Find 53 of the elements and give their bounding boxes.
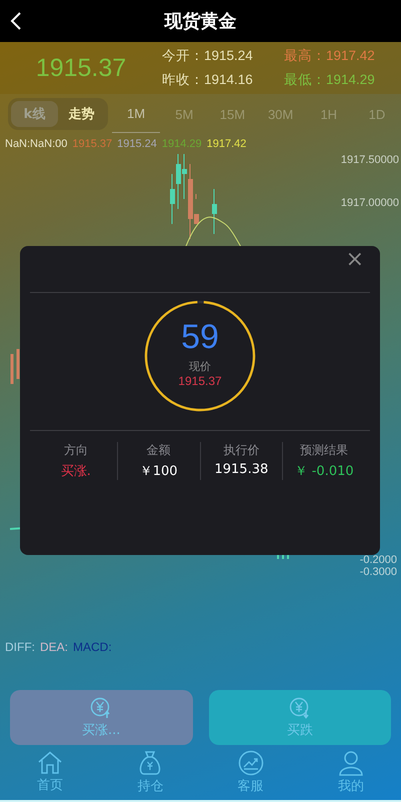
period-tab[interactable]: 1D bbox=[352, 95, 401, 133]
price-axis-label: 1917.50000 bbox=[340, 154, 399, 166]
chart-circle-icon bbox=[238, 750, 264, 776]
countdown-seconds: 59 bbox=[181, 317, 219, 357]
period-tab[interactable]: 1H bbox=[304, 95, 353, 133]
candle bbox=[212, 188, 217, 234]
legend-value: 1915.24 bbox=[117, 138, 157, 152]
price-stat: 最高：1917.42 bbox=[284, 47, 376, 65]
nav-item[interactable]: 客服 bbox=[200, 745, 301, 800]
current-price: 1915.37 bbox=[34, 54, 128, 82]
user-icon bbox=[338, 750, 364, 776]
legend-value: 1915.37 bbox=[72, 138, 112, 152]
coin-down-icon bbox=[288, 696, 311, 718]
trade-button[interactable]: 买跌 bbox=[208, 690, 391, 745]
detail-value: 买涨. bbox=[60, 463, 91, 480]
back-icon[interactable] bbox=[10, 12, 22, 30]
period-tab[interactable]: 1M bbox=[112, 95, 160, 133]
detail-label: 金额 bbox=[146, 442, 171, 459]
coin-up-icon bbox=[90, 696, 112, 718]
nav-item[interactable]: 持仓 bbox=[100, 745, 200, 800]
period-tab[interactable]: 15M bbox=[208, 95, 257, 133]
macd-axis-label: -0.2000 bbox=[360, 554, 397, 566]
page-title: 现货黄金 bbox=[164, 10, 236, 33]
detail-label: 执行价 bbox=[223, 442, 260, 459]
dialog-price: 1915.37 bbox=[178, 374, 222, 388]
macd-legend-label: MACD: bbox=[73, 640, 112, 656]
macd-legend-label: DEA: bbox=[40, 640, 68, 656]
chart-mode-tab[interactable]: 走势 bbox=[58, 101, 105, 127]
chart-mode-tab[interactable]: k线 bbox=[11, 101, 58, 127]
home-icon bbox=[37, 751, 64, 775]
detail-value: ￥ -0.010 bbox=[294, 463, 354, 480]
price-stat: 今开：1915.24 bbox=[162, 47, 254, 65]
detail-value: 1915.38 bbox=[214, 462, 268, 477]
detail-label: 预测结果 bbox=[300, 442, 348, 459]
detail-value: ￥100 bbox=[140, 463, 178, 480]
price-label: 现价 bbox=[189, 359, 211, 374]
candle bbox=[16, 349, 20, 379]
macd-axis-label: -0.3000 bbox=[360, 566, 397, 578]
price-stat: 最低：1914.29 bbox=[284, 71, 376, 89]
price-stat: 昨收：1914.16 bbox=[162, 71, 254, 89]
close-button[interactable]: × bbox=[340, 246, 370, 274]
detail-label: 方向 bbox=[64, 442, 88, 459]
legend-value: 1917.42 bbox=[206, 138, 246, 152]
macd-legend-label: DIFF: bbox=[5, 640, 35, 656]
legend-value: 1914.29 bbox=[162, 138, 202, 152]
price-axis-label: 1917.00000 bbox=[340, 197, 399, 209]
nav-item[interactable]: 我的 bbox=[300, 745, 401, 800]
nav-item[interactable]: 首页 bbox=[0, 745, 100, 800]
trade-button[interactable]: 买涨... bbox=[10, 690, 192, 745]
period-tab[interactable]: 5M bbox=[160, 95, 208, 133]
legend-value: NaN:NaN:00 bbox=[5, 138, 68, 152]
period-tab[interactable]: 30M bbox=[256, 95, 305, 133]
candle bbox=[10, 354, 14, 384]
